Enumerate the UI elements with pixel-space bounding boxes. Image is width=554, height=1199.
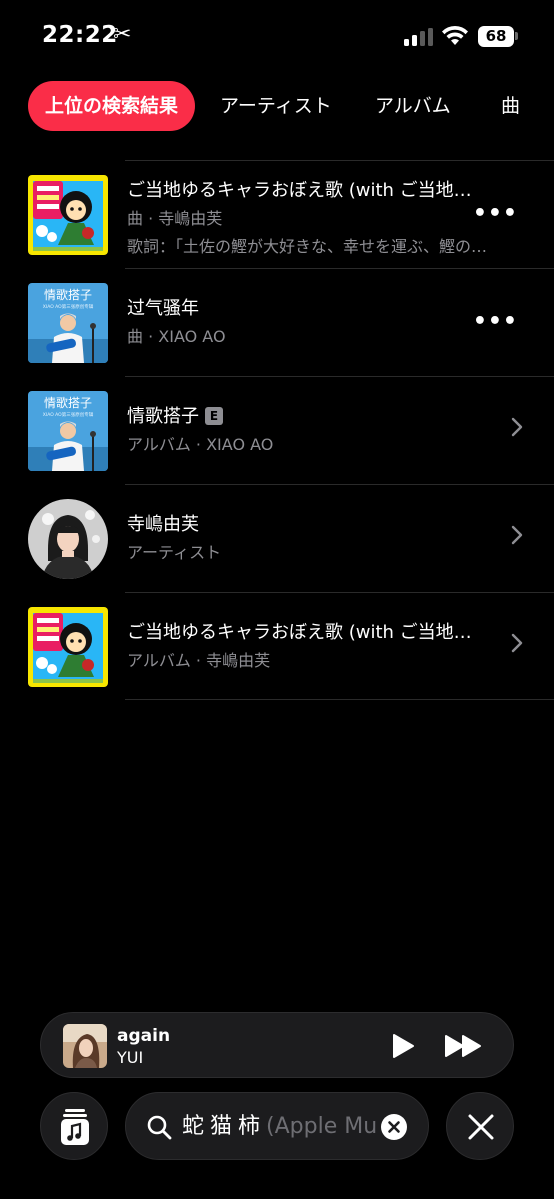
result-title: 寺嶋由芙 xyxy=(127,514,199,535)
scissors-icon: ✂ xyxy=(113,22,132,47)
close-icon xyxy=(468,1114,494,1140)
result-texts: ご当地ゆるキャラおぼえ歌 (with ご当地ゆるキャラ) アルバム · 寺嶋由芙 xyxy=(127,619,489,675)
search-query: 蛇猫柿 xyxy=(182,1114,267,1139)
mascot-album-art xyxy=(28,175,108,255)
tab-artists[interactable]: アーティスト xyxy=(220,81,332,131)
play-icon[interactable] xyxy=(391,1033,415,1059)
close-search-button[interactable] xyxy=(446,1092,514,1160)
artist-portrait xyxy=(28,499,108,579)
wifi-icon xyxy=(442,25,468,45)
search-icon xyxy=(147,1115,172,1140)
cover-subtitle-text: XIAO AO第三张原创专辑 xyxy=(43,411,94,418)
qingge-album-art: 情歌搭子 XIAO AO第三张原创专辑 xyxy=(28,391,108,471)
tab-albums[interactable]: アルバム xyxy=(375,81,451,131)
battery-indicator: 68 xyxy=(478,26,514,47)
result-row-artist[interactable]: 寺嶋由芙 アーティスト xyxy=(28,484,554,592)
cover-subtitle-text: XIAO AO第三张原创专辑 xyxy=(43,303,94,310)
result-title: 情歌搭子 E xyxy=(127,403,489,431)
result-title-text: 情歌搭子 xyxy=(127,406,199,427)
more-options-icon[interactable]: ••• xyxy=(473,201,518,226)
result-subtitle: アルバム · 寺嶋由芙 xyxy=(127,651,271,670)
chevron-right-icon[interactable] xyxy=(510,524,524,546)
now-playing-artist: YUI xyxy=(117,1048,144,1067)
chevron-right-icon[interactable] xyxy=(510,632,524,654)
now-playing-artwork xyxy=(63,1024,107,1068)
tab-top-results[interactable]: 上位の検索結果 xyxy=(28,81,196,131)
result-row-song-guoqi[interactable]: 情歌搭子 XIAO AO第三张原创专辑 过气骚年 曲 · XIAO AO ••• xyxy=(28,268,554,376)
search-input[interactable]: 蛇猫柿(Apple Music) xyxy=(182,1111,376,1143)
clear-search-button[interactable] xyxy=(381,1114,407,1140)
now-playing-title: again xyxy=(117,1026,171,1046)
result-row-album-qingge[interactable]: 情歌搭子 XIAO AO第三张原创专辑 情歌搭子 E アルバム · XIAO AO xyxy=(28,376,554,484)
result-subtitle: アルバム · XIAO AO xyxy=(127,435,274,454)
result-texts: 过气骚年 曲 · XIAO AO xyxy=(127,295,489,351)
result-lyrics-snippet: 歌詞：「土佐の鰹が大好きな、幸せを運ぶ、鰹のキャラクター」 xyxy=(127,237,489,256)
result-texts: ご当地ゆるキャラおぼえ歌 (with ご当地ゆるキャラ) 曲 · 寺嶋由芙 歌詞… xyxy=(127,177,489,261)
clear-icon xyxy=(388,1121,400,1133)
more-options-icon[interactable]: ••• xyxy=(473,309,518,334)
result-title: ご当地ゆるキャラおぼえ歌 (with ご当地ゆるキャラ) xyxy=(127,622,489,643)
result-subtitle: アーティスト xyxy=(127,543,222,562)
status-time: 22:22 xyxy=(42,22,118,48)
search-results-list: ご当地ゆるキャラおぼえ歌 (with ご当地ゆるキャラ) 曲 · 寺嶋由芙 歌詞… xyxy=(0,160,554,700)
result-title: 过气骚年 xyxy=(127,298,199,319)
battery-tip xyxy=(515,32,518,40)
search-placeholder: (Apple Music) xyxy=(266,1114,376,1139)
result-row-song-mascot[interactable]: ご当地ゆるキャラおぼえ歌 (with ご当地ゆるキャラ) 曲 · 寺嶋由芙 歌詞… xyxy=(28,160,554,268)
status-bar: 22:22 ✂ 68 xyxy=(0,0,554,72)
qingge-album-art: 情歌搭子 XIAO AO第三张原创专辑 xyxy=(28,283,108,363)
cover-title-text: 情歌搭子 xyxy=(44,395,92,410)
library-music-icon xyxy=(61,1109,89,1145)
result-subtitle: 曲 · 寺嶋由芙 xyxy=(127,209,223,228)
mascot-album-art xyxy=(28,607,108,687)
search-field[interactable]: 蛇猫柿(Apple Music) xyxy=(125,1092,429,1160)
explicit-badge: E xyxy=(205,407,223,425)
result-subtitle: 曲 · XIAO AO xyxy=(127,327,226,346)
fast-forward-icon[interactable] xyxy=(444,1034,484,1058)
result-texts: 寺嶋由芙 アーティスト xyxy=(127,511,489,567)
tab-songs[interactable]: 曲 xyxy=(501,81,520,131)
result-texts: 情歌搭子 E アルバム · XIAO AO xyxy=(127,403,489,459)
chevron-right-icon[interactable] xyxy=(510,416,524,438)
search-scope-tabs: 上位の検索結果 アーティスト アルバム 曲 xyxy=(28,81,554,131)
result-title: ご当地ゆるキャラおぼえ歌 (with ご当地ゆるキャラ) xyxy=(127,180,489,201)
cellular-signal-icon xyxy=(404,28,434,46)
result-row-album-mascot[interactable]: ご当地ゆるキャラおぼえ歌 (with ご当地ゆるキャラ) アルバム · 寺嶋由芙 xyxy=(28,592,554,700)
cover-title-text: 情歌搭子 xyxy=(44,287,92,302)
library-button[interactable] xyxy=(40,1092,108,1160)
mini-player[interactable]: again YUI xyxy=(40,1012,514,1078)
